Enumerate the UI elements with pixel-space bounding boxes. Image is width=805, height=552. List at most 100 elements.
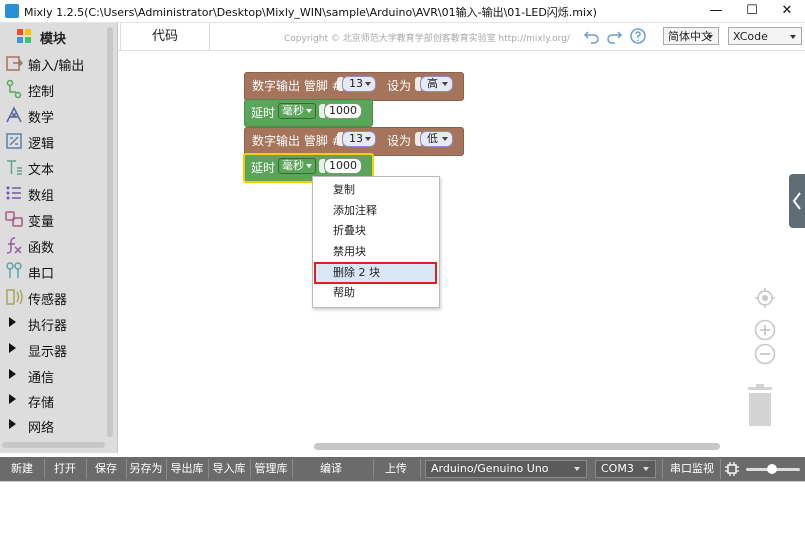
language-select[interactable]: 简体中文 — [663, 27, 719, 45]
import-library-button[interactable]: 导入库 — [210, 457, 248, 481]
port-value: COM3 — [601, 462, 634, 475]
toolbar-divider — [166, 459, 167, 479]
level-dropdown[interactable]: 低 — [420, 131, 453, 147]
block-context-menu: 复制 添加注释 折叠块 禁用块 删除 2 块 帮助 — [312, 176, 440, 308]
delay-value-input[interactable]: 1000 — [324, 103, 362, 119]
theme-select[interactable]: XCode — [728, 27, 802, 45]
compile-button[interactable]: 编译 — [312, 457, 350, 481]
category-text[interactable]: 文本 — [0, 155, 106, 179]
digital-write-block[interactable]: 数字输出 管脚 # 13 设为 高 — [244, 72, 464, 101]
undo-icon[interactable] — [584, 28, 600, 44]
output-console[interactable] — [0, 481, 805, 552]
category-sensor[interactable]: 传感器 — [0, 285, 106, 309]
sidebar-horizontal-scrollbar[interactable] — [2, 442, 105, 448]
menu-item-add-comment[interactable]: 添加注释 — [313, 201, 439, 221]
open-button[interactable]: 打开 — [46, 457, 84, 481]
block-label: 延时 — [251, 106, 276, 120]
level-dropdown[interactable]: 高 — [420, 76, 453, 92]
minimize-button[interactable]: — — [698, 0, 734, 22]
tab-code[interactable]: 代码 — [120, 23, 210, 50]
category-control[interactable]: 控制 — [0, 77, 106, 101]
category-communication[interactable]: 通信 — [0, 363, 106, 387]
toolbar-divider — [208, 459, 209, 479]
save-as-button[interactable]: 另存为 — [128, 457, 164, 481]
expand-arrow-icon — [9, 419, 16, 429]
menu-item-delete-blocks[interactable]: 删除 2 块 — [314, 262, 437, 284]
serial-monitor-button[interactable]: 串口监视器 — [665, 457, 719, 499]
block-label: 设为 — [387, 79, 412, 93]
close-button[interactable]: ✕ — [769, 0, 805, 22]
sidebar-vertical-scrollbar[interactable] — [107, 27, 113, 437]
pin-dropdown[interactable]: 13 — [342, 76, 376, 92]
save-button[interactable]: 保存 — [88, 457, 124, 481]
board-select[interactable]: Arduino/Genuino Uno — [425, 460, 587, 478]
category-network[interactable]: 网络 — [0, 413, 106, 437]
category-array[interactable]: 数组 — [0, 181, 106, 205]
category-label: 串口 — [28, 267, 55, 282]
upload-button[interactable]: 上传 — [378, 457, 414, 481]
zoom-in-icon[interactable] — [754, 319, 776, 341]
category-label: 控制 — [28, 85, 55, 100]
workspace-horizontal-scrollbar[interactable] — [314, 443, 720, 450]
category-function[interactable]: 函数 — [0, 233, 106, 257]
chevron-down-icon — [790, 35, 796, 39]
category-logic[interactable]: 逻辑 — [0, 129, 106, 153]
category-label: 函数 — [28, 241, 55, 256]
port-select[interactable]: COM3 — [595, 460, 656, 478]
logic-icon — [6, 133, 22, 149]
toolbar-divider — [720, 459, 721, 479]
function-icon — [6, 237, 22, 254]
category-label: 显示器 — [28, 345, 68, 360]
bottom-toolbar: 新建 打开 保存 另存为 导出库 导入库 管理库 编译 上传 Arduino/G… — [0, 457, 805, 499]
category-serial[interactable]: 串口 — [0, 259, 106, 283]
math-icon — [6, 106, 22, 123]
menu-item-help[interactable]: 帮助 — [313, 283, 439, 303]
category-label: 逻辑 — [28, 137, 55, 152]
pin-dropdown[interactable]: 13 — [342, 131, 376, 147]
delay-block[interactable]: 延时 毫秒 1000 — [244, 99, 373, 127]
delay-value-input[interactable]: 1000 — [324, 158, 362, 174]
category-display[interactable]: 显示器 — [0, 337, 106, 361]
category-math[interactable]: 数学 — [0, 103, 106, 127]
toolbar-divider — [420, 459, 421, 479]
zoom-slider-thumb[interactable] — [767, 464, 777, 474]
unit-value: 毫秒 — [282, 104, 304, 117]
toolbar-divider — [662, 459, 663, 479]
new-button[interactable]: 新建 — [2, 457, 42, 481]
io-icon — [6, 56, 24, 71]
recenter-icon[interactable] — [754, 287, 776, 309]
chevron-down-icon — [365, 137, 371, 141]
help-icon[interactable] — [630, 28, 646, 44]
category-variable[interactable]: 变量 — [0, 207, 106, 231]
chevron-left-icon — [792, 192, 801, 210]
category-actuator[interactable]: 执行器 — [0, 311, 106, 335]
export-library-button[interactable]: 导出库 — [168, 457, 206, 481]
sidebar-header: 模块 — [0, 23, 117, 49]
redo-icon[interactable] — [606, 28, 622, 44]
puzzle-icon — [17, 29, 31, 43]
chip-icon[interactable] — [724, 461, 740, 477]
menu-item-copy[interactable]: 复制 — [313, 180, 439, 200]
time-unit-dropdown[interactable]: 毫秒 — [278, 158, 316, 174]
digital-write-block[interactable]: 数字输出 管脚 # 13 设为 低 — [244, 127, 464, 156]
maximize-button[interactable]: ☐ — [734, 0, 770, 22]
menu-item-disable-block[interactable]: 禁用块 — [313, 242, 439, 262]
time-unit-dropdown[interactable]: 毫秒 — [278, 103, 316, 119]
trash-icon[interactable] — [744, 384, 776, 428]
blockly-workspace[interactable]: 数字输出 管脚 # 13 设为 高 延时 毫秒 1000 数字输出 管脚 # 1… — [118, 51, 805, 453]
menu-item-collapse-block[interactable]: 折叠块 — [313, 221, 439, 241]
toolbar-divider — [373, 459, 374, 479]
toolbar-divider — [292, 459, 293, 479]
window-title: Mixly 1.2.5(C:\Users\Administrator\Deskt… — [24, 6, 597, 19]
toolbar-divider — [250, 459, 251, 479]
manage-library-button[interactable]: 管理库 — [252, 457, 290, 481]
zoom-out-icon[interactable] — [754, 343, 776, 365]
category-storage[interactable]: 存储 — [0, 388, 106, 412]
category-label: 变量 — [28, 215, 55, 230]
pin-value: 13 — [349, 132, 363, 145]
workspace-flyout-toggle[interactable] — [789, 174, 805, 228]
category-label: 存储 — [28, 396, 55, 411]
category-io[interactable]: 输入/输出 — [0, 51, 106, 75]
expand-arrow-icon — [9, 317, 16, 327]
chevron-down-icon — [365, 82, 371, 86]
